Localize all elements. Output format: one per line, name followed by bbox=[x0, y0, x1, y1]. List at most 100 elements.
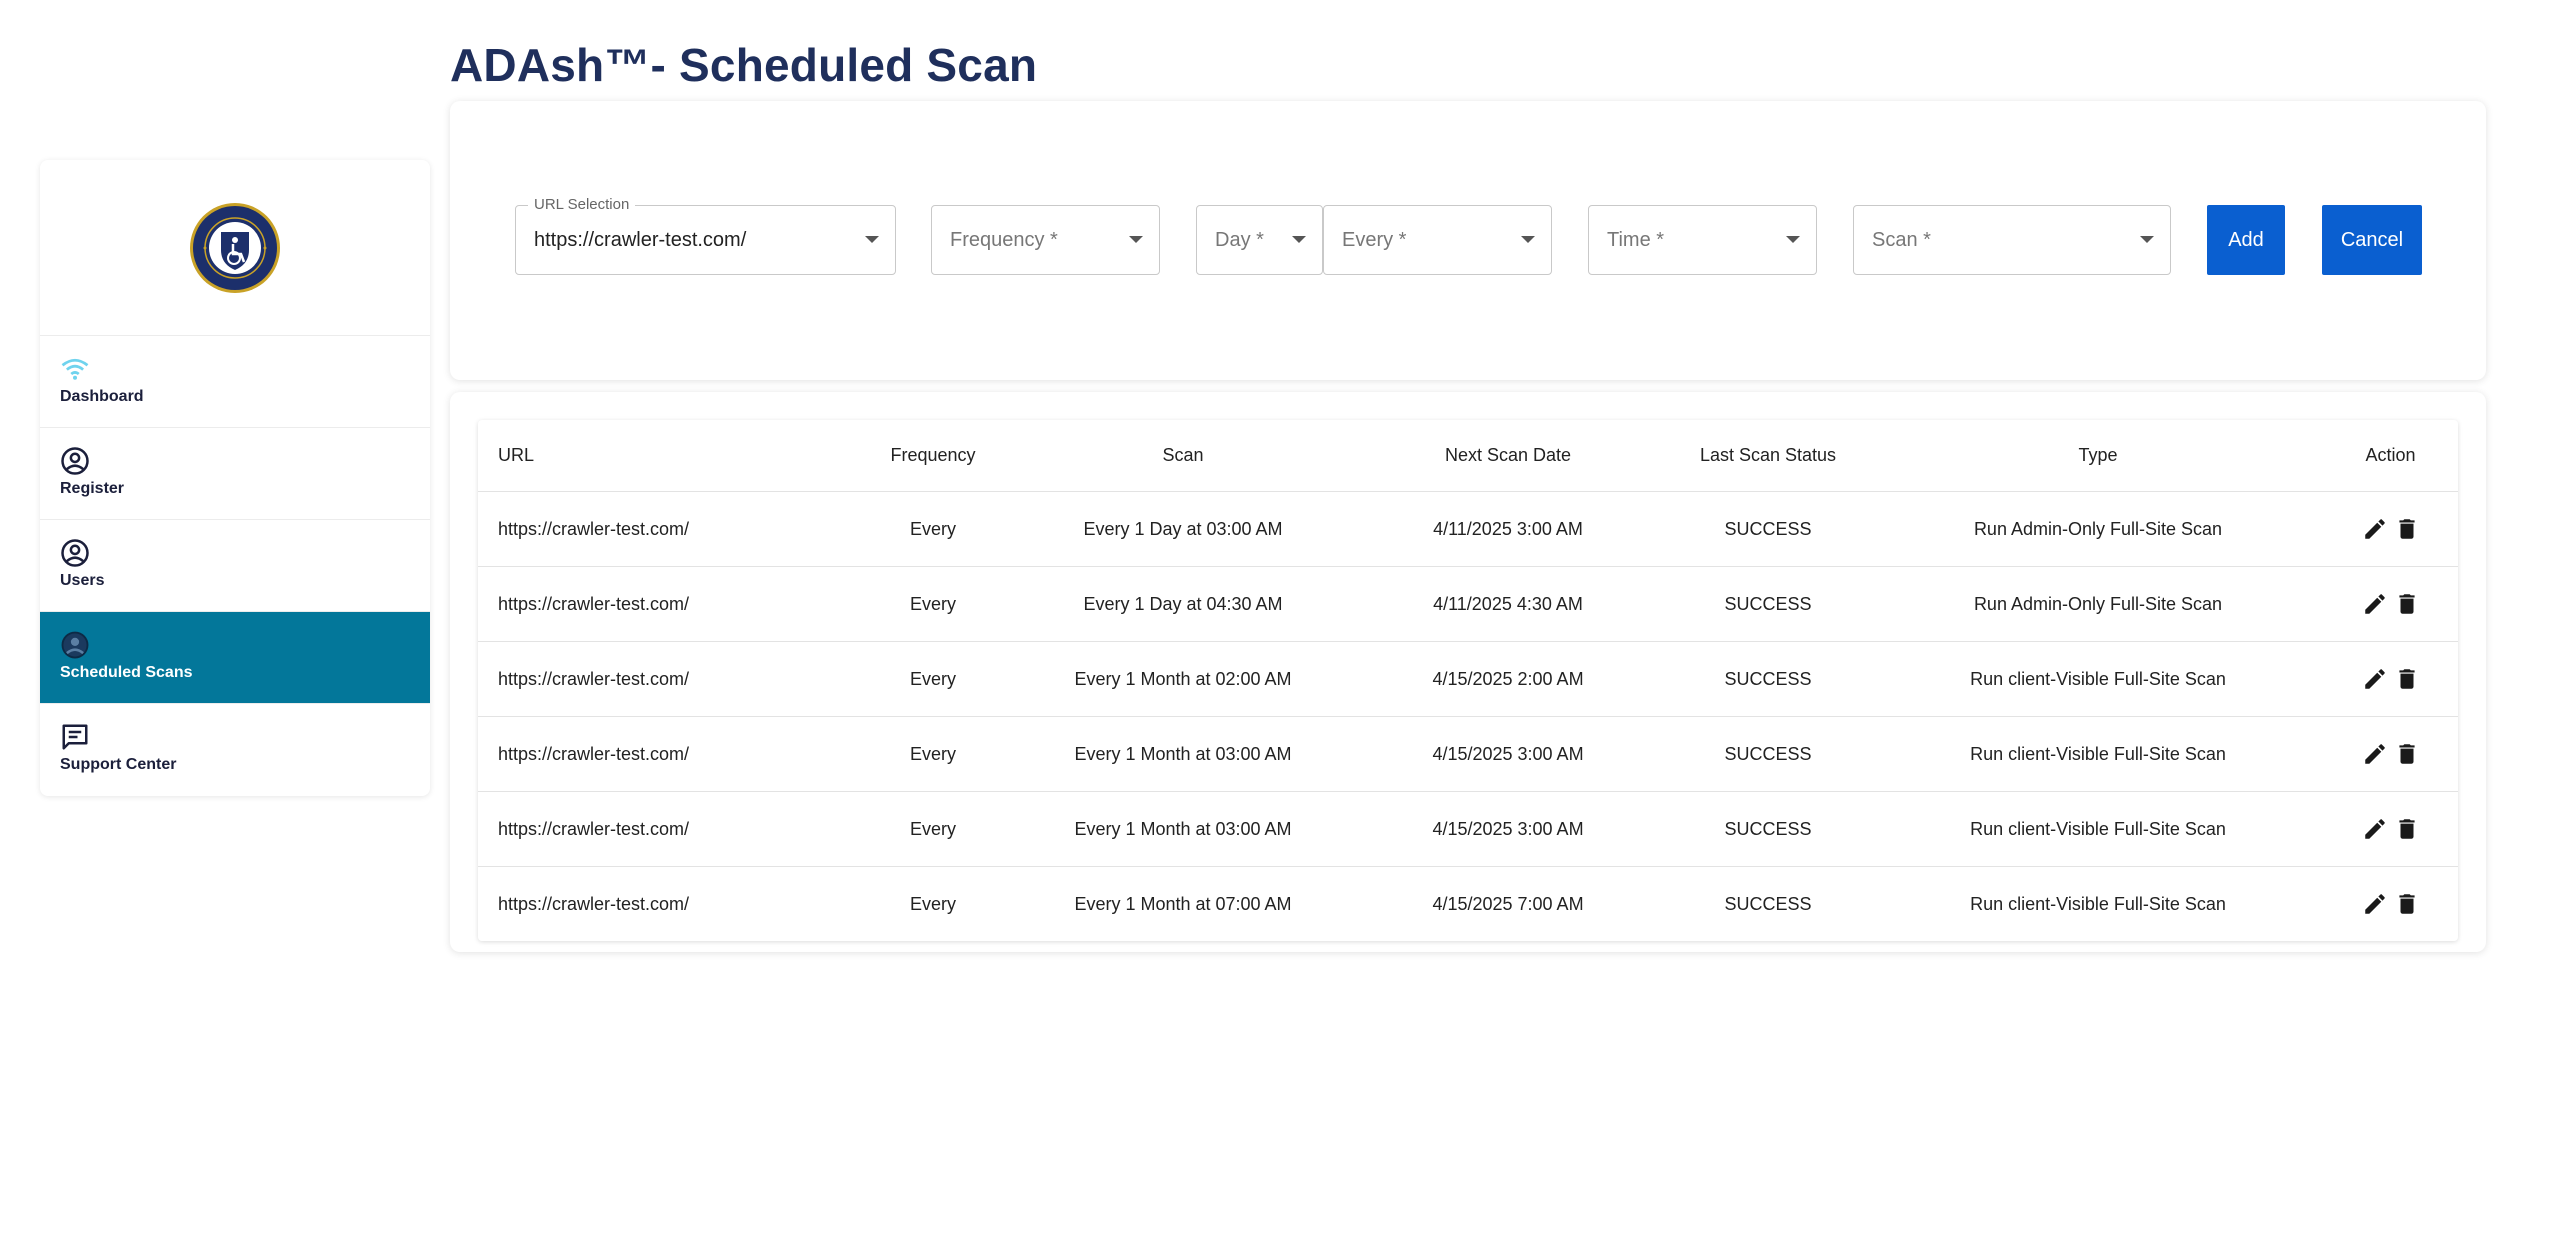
edit-icon[interactable] bbox=[2362, 666, 2388, 692]
cell-scan: Every 1 Day at 03:00 AM bbox=[1013, 491, 1353, 567]
logo-area bbox=[40, 160, 430, 336]
cell-next-scan-date: 4/15/2025 7:00 AM bbox=[1432, 893, 1584, 914]
delete-icon[interactable] bbox=[2394, 591, 2420, 617]
column-header-last-scan-status[interactable]: Last Scan Status bbox=[1663, 420, 1873, 492]
scheduled-scans-table: URL Frequency Scan Next Scan Date Last S… bbox=[478, 420, 2458, 941]
cell-last-scan-status: SUCCESS bbox=[1663, 491, 1873, 567]
sidebar-item-label: Register bbox=[60, 480, 125, 497]
cell-next-scan-date: 4/15/2025 3:00 AM bbox=[1353, 716, 1663, 792]
sidebar: Dashboard Register Users Scheduled Scans… bbox=[40, 160, 430, 796]
sidebar-item-label: Support Center bbox=[60, 756, 177, 773]
chevron-down-icon bbox=[865, 236, 879, 243]
edit-icon[interactable] bbox=[2362, 816, 2388, 842]
every-select[interactable]: Every * bbox=[1323, 205, 1552, 275]
cell-next-scan-date: 4/11/2025 4:30 AM bbox=[1353, 566, 1663, 642]
chevron-down-icon bbox=[1129, 236, 1143, 243]
sidebar-item-scheduled-scans[interactable]: Scheduled Scans bbox=[40, 612, 430, 704]
cell-frequency: Every bbox=[853, 566, 1013, 642]
sidebar-item-users[interactable]: Users bbox=[40, 520, 430, 612]
cell-url: https://crawler-test.com/ bbox=[478, 641, 853, 717]
time-placeholder: Time * bbox=[1607, 229, 1665, 251]
cell-type: Run client-Visible Full-Site Scan bbox=[1873, 791, 2323, 867]
sidebar-item-support-center[interactable]: Support Center bbox=[40, 704, 430, 796]
delete-icon[interactable] bbox=[2394, 666, 2420, 692]
column-header-next-scan-date[interactable]: Next Scan Date bbox=[1353, 420, 1663, 492]
table-row: https://crawler-test.com/Every Every 1 Mo… bbox=[478, 791, 2458, 867]
column-header-scan[interactable]: Scan bbox=[1013, 420, 1353, 492]
cell-url: https://crawler-test.com/ bbox=[478, 491, 853, 567]
cell-last-scan-status: SUCCESS bbox=[1663, 566, 1873, 642]
table-row: https://crawler-test.com/Every Every 1 Mo… bbox=[478, 641, 2458, 717]
sidebar-item-label: Dashboard bbox=[60, 388, 144, 405]
frequency-select[interactable]: Frequency * bbox=[931, 205, 1160, 275]
column-header-url[interactable]: URL bbox=[478, 420, 853, 492]
edit-icon[interactable] bbox=[2362, 741, 2388, 767]
sidebar-item-label: Users bbox=[60, 572, 105, 589]
cell-scan: Every 1 Month at 02:00 AM bbox=[1013, 641, 1353, 717]
user-circle-icon bbox=[60, 446, 410, 476]
delete-icon[interactable] bbox=[2394, 516, 2420, 542]
page-title: ADAsh™- Scheduled Scan bbox=[450, 39, 1038, 91]
cell-last-scan-status: SUCCESS bbox=[1663, 791, 1873, 867]
url-selection-label: URL Selection bbox=[528, 196, 636, 213]
cell-scan: Every 1 Month at 03:00 AM bbox=[1013, 791, 1353, 867]
cell-frequency: Every bbox=[853, 641, 1013, 717]
chevron-down-icon bbox=[1292, 236, 1306, 243]
sidebar-item-label: Scheduled Scans bbox=[60, 664, 193, 681]
column-header-type[interactable]: Type bbox=[1873, 420, 2323, 492]
cell-action bbox=[2323, 566, 2458, 642]
chevron-down-icon bbox=[2140, 236, 2154, 243]
cell-type: Run Admin-Only Full-Site Scan bbox=[1873, 491, 2323, 567]
chat-icon bbox=[60, 722, 410, 752]
cell-action bbox=[2323, 641, 2458, 717]
day-placeholder: Day * bbox=[1215, 229, 1264, 251]
cell-last-scan-status: SUCCESS bbox=[1663, 641, 1873, 717]
cancel-button[interactable]: Cancel bbox=[2322, 205, 2422, 275]
cell-url: https://crawler-test.com/ bbox=[478, 566, 853, 642]
table-row: https://crawler-test.com/Every Every 1 Mo… bbox=[478, 867, 2458, 942]
cell-next-scan-date: 4/15/2025 3:00 AM bbox=[1353, 791, 1663, 867]
table-row: https://crawler-test.com/Every Every 1 Da… bbox=[478, 491, 2458, 567]
wifi-icon bbox=[60, 354, 410, 384]
scan-select[interactable]: Scan * bbox=[1853, 205, 2171, 275]
delete-icon[interactable] bbox=[2394, 891, 2420, 917]
sidebar-item-register[interactable]: Register bbox=[40, 428, 430, 520]
every-placeholder: Every * bbox=[1342, 229, 1407, 251]
user-circle-icon bbox=[60, 630, 410, 660]
cell-url: https://crawler-test.com/ bbox=[478, 716, 853, 792]
edit-icon[interactable] bbox=[2362, 591, 2388, 617]
ada-site-compliance-logo bbox=[190, 202, 280, 293]
delete-icon[interactable] bbox=[2394, 816, 2420, 842]
url-selection-value: https://crawler-test.com/ bbox=[534, 229, 747, 251]
scheduled-scans-table-card: URL Frequency Scan Next Scan Date Last S… bbox=[450, 392, 2486, 952]
edit-icon[interactable] bbox=[2362, 516, 2388, 542]
cell-next-scan-date: 4/15/2025 2:00 AM bbox=[1353, 641, 1663, 717]
cell-type: Run client-Visible Full-Site Scan bbox=[1873, 716, 2323, 792]
sidebar-item-dashboard[interactable]: Dashboard bbox=[40, 336, 430, 428]
add-button[interactable]: Add bbox=[2207, 205, 2285, 275]
chevron-down-icon bbox=[1786, 236, 1800, 243]
table-row: https://crawler-test.com/Every Every 1 Da… bbox=[478, 566, 2458, 642]
table-row: https://crawler-test.com/Every Every 1 Mo… bbox=[478, 716, 2458, 792]
cell-scan: Every 1 Month at 03:00 AM bbox=[1013, 716, 1353, 792]
cell-scan: Every 1 Month at 07:00 AM bbox=[1074, 893, 1292, 914]
cell-frequency: Every bbox=[853, 791, 1013, 867]
cell-type: Run client-Visible Full-Site Scan bbox=[1873, 641, 2323, 717]
cell-action bbox=[2323, 491, 2458, 567]
cell-scan: Every 1 Day at 04:30 AM bbox=[1013, 566, 1353, 642]
cell-frequency: Every bbox=[853, 491, 1013, 567]
cell-type: Run client-Visible Full-Site Scan bbox=[1970, 893, 2226, 914]
cell-next-scan-date: 4/11/2025 3:00 AM bbox=[1353, 491, 1663, 567]
url-selection-select[interactable]: URL Selection https://crawler-test.com/ bbox=[515, 196, 896, 275]
column-header-frequency[interactable]: Frequency bbox=[853, 420, 1013, 492]
cell-url: https://crawler-test.com/ bbox=[478, 791, 853, 867]
cell-last-scan-status: SUCCESS bbox=[1724, 893, 1812, 914]
cell-frequency: Every bbox=[909, 893, 956, 914]
cell-frequency: Every bbox=[853, 716, 1013, 792]
cell-type: Run Admin-Only Full-Site Scan bbox=[1873, 566, 2323, 642]
time-select[interactable]: Time * bbox=[1588, 205, 1817, 275]
edit-icon[interactable] bbox=[2362, 891, 2388, 917]
day-select[interactable]: Day * bbox=[1196, 205, 1323, 275]
delete-icon[interactable] bbox=[2394, 741, 2420, 767]
cell-action bbox=[2323, 791, 2458, 867]
